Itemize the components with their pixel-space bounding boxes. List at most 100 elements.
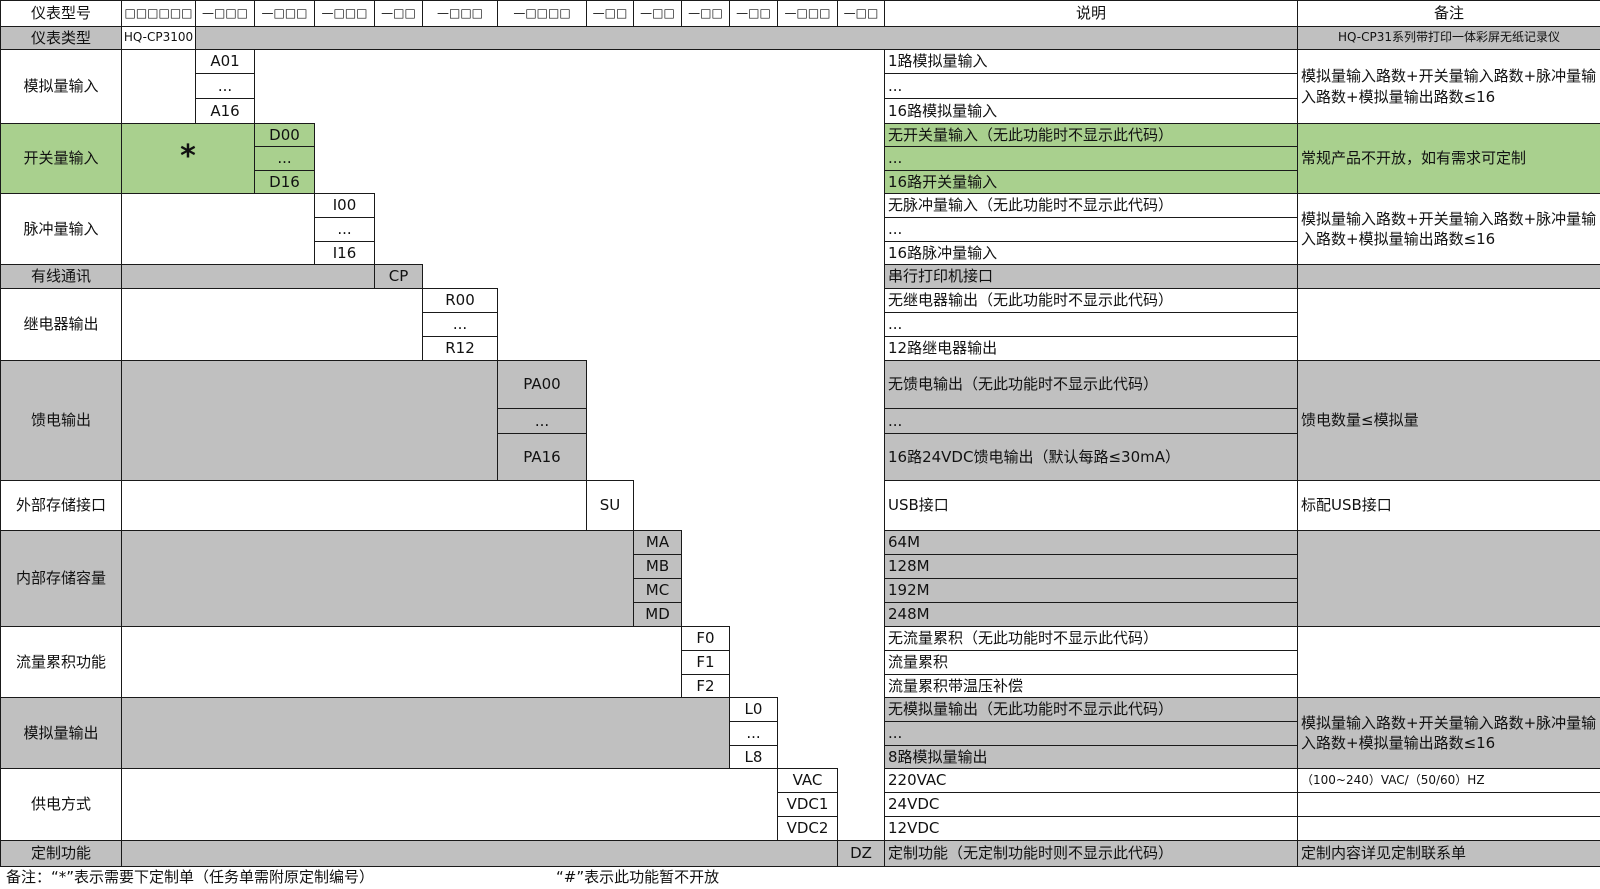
power-code: VDC1 <box>777 792 838 817</box>
row-analog-out-label: 模拟量输出 <box>0 697 122 769</box>
relay-note <box>1297 288 1600 361</box>
analog-in-note: 模拟量输入路数+开关量输入路数+脉冲量输入路数+模拟量输出路数≤16 <box>1297 49 1600 124</box>
header-desc: 说明 <box>884 0 1298 27</box>
analog-out-code: L0 <box>729 697 778 722</box>
relay-code: R00 <box>422 288 498 313</box>
relay-desc: 12路继电器输出 <box>884 336 1298 361</box>
type-note: HQ-CP31系列带打印一体彩屏无纸记录仪 <box>1297 26 1600 50</box>
pulse-in-desc: 16路脉冲量输入 <box>884 241 1298 265</box>
feed-desc: 16路24VDC馈电输出（默认每路≤30mA） <box>884 433 1298 481</box>
switch-in-star: * <box>121 123 255 194</box>
power-note: （100~240）VAC/（50/60）HZ <box>1297 768 1600 793</box>
model-selection-table: 仪表型号 □□□□□□ —□□□ —□□□ —□□□ —□□ —□□□ —□□□□ —□□ —□□… <box>0 0 1600 889</box>
flow-desc: 流量累积带温压补偿 <box>884 674 1298 698</box>
custom-code: DZ <box>837 840 885 867</box>
row-switch-in-label: 开关量输入 <box>0 123 122 194</box>
custom-desc: 定制功能（无定制功能时则不显示此代码） <box>884 840 1298 867</box>
relay-desc: 无继电器输出（无此功能时不显示此代码） <box>884 288 1298 313</box>
relay-code: ... <box>422 312 498 337</box>
header-code-7: —□□ <box>586 0 634 27</box>
analog-in-desc: 1路模拟量输入 <box>884 49 1298 74</box>
header-model-label: 仪表型号 <box>0 0 122 27</box>
switch-in-code: ... <box>254 146 315 171</box>
pulse-in-desc: ... <box>884 217 1298 242</box>
wired-desc: 串行打印机接口 <box>884 264 1298 289</box>
row-flow-label: 流量累积功能 <box>0 626 122 698</box>
int-storage-note <box>1297 530 1600 627</box>
flow-spacer <box>121 626 682 698</box>
wired-code: CP <box>374 264 423 289</box>
type-model-code: HQ-CP3100 <box>121 26 196 50</box>
header-code-12: —□□ <box>837 0 885 27</box>
switch-in-desc: ... <box>884 146 1298 171</box>
int-storage-desc: 64M <box>884 530 1298 555</box>
feed-spacer <box>121 360 498 481</box>
analog-out-desc: 无模拟量输出（无此功能时不显示此代码） <box>884 697 1298 722</box>
analog-in-spacer <box>121 49 196 124</box>
ext-storage-spacer <box>121 480 587 531</box>
pulse-in-note: 模拟量输入路数+开关量输入路数+脉冲量输入路数+模拟量输出路数≤16 <box>1297 193 1600 265</box>
wired-note <box>1297 264 1600 289</box>
switch-in-code: D00 <box>254 123 315 147</box>
header-code-6: —□□□□ <box>497 0 587 27</box>
row-analog-in-label: 模拟量输入 <box>0 49 122 124</box>
flow-desc: 流量累积 <box>884 650 1298 675</box>
row-feed-label: 馈电输出 <box>0 360 122 481</box>
footnote-not-available: “#”表示此功能暂不开放 <box>556 868 720 886</box>
analog-out-code: L8 <box>729 745 778 769</box>
header-code-10: —□□ <box>729 0 778 27</box>
row-wired-label: 有线通讯 <box>0 264 122 289</box>
relay-spacer <box>121 288 423 361</box>
analog-in-code: A16 <box>195 98 255 124</box>
switch-in-desc: 16路开关量输入 <box>884 170 1298 194</box>
int-storage-desc: 248M <box>884 602 1298 627</box>
ext-storage-code: SU <box>586 480 634 531</box>
power-desc: 12VDC <box>884 816 1298 841</box>
pulse-in-desc: 无脉冲量输入（无此功能时不显示此代码） <box>884 193 1298 218</box>
pulse-in-spacer <box>121 193 315 265</box>
switch-in-code: D16 <box>254 170 315 194</box>
flow-code: F1 <box>681 650 730 675</box>
power-note-empty <box>1297 792 1600 817</box>
row-int-storage-label: 内部存储容量 <box>0 530 122 627</box>
feed-code: PA16 <box>497 433 587 481</box>
header-code-1: —□□□ <box>195 0 255 27</box>
header-code-2: —□□□ <box>254 0 315 27</box>
int-storage-code: MB <box>633 554 682 579</box>
relay-desc: ... <box>884 312 1298 337</box>
pulse-in-code: ... <box>314 217 375 242</box>
row-pulse-in-label: 脉冲量输入 <box>0 193 122 265</box>
int-storage-desc: 128M <box>884 554 1298 579</box>
power-spacer <box>121 768 778 841</box>
header-code-11: —□□□ <box>777 0 838 27</box>
feed-note: 馈电数量≤模拟量 <box>1297 360 1600 481</box>
feed-code: PA00 <box>497 360 587 409</box>
switch-in-desc: 无开关量输入（无此功能时不显示此代码） <box>884 123 1298 147</box>
custom-note: 定制内容详见定制联系单 <box>1297 840 1600 867</box>
flow-code: F0 <box>681 626 730 651</box>
analog-in-desc: ... <box>884 73 1298 99</box>
int-storage-spacer <box>121 530 634 627</box>
flow-desc: 无流量累积（无此功能时不显示此代码） <box>884 626 1298 651</box>
feed-code: ... <box>497 408 587 434</box>
int-storage-code: MD <box>633 602 682 627</box>
footnote-custom-order: 备注：“*”表示需要下定制单（任务单需附原定制编号） <box>6 868 375 886</box>
power-desc: 24VDC <box>884 792 1298 817</box>
feed-desc: ... <box>884 408 1298 434</box>
power-code: VAC <box>777 768 838 793</box>
int-storage-desc: 192M <box>884 578 1298 603</box>
wired-spacer <box>121 264 375 289</box>
analog-out-spacer <box>121 697 730 769</box>
ext-storage-desc: USB接口 <box>884 480 1298 531</box>
analog-out-desc: 8路模拟量输出 <box>884 745 1298 769</box>
header-code-9: —□□ <box>681 0 730 27</box>
type-filler <box>195 26 1298 50</box>
flow-code: F2 <box>681 674 730 698</box>
flow-note <box>1297 626 1600 698</box>
int-storage-code: MA <box>633 530 682 555</box>
analog-out-note: 模拟量输入路数+开关量输入路数+脉冲量输入路数+模拟量输出路数≤16 <box>1297 697 1600 769</box>
power-code: VDC2 <box>777 816 838 841</box>
feed-desc: 无馈电输出（无此功能时不显示此代码） <box>884 360 1298 409</box>
header-code-5: —□□□ <box>422 0 498 27</box>
int-storage-code: MC <box>633 578 682 603</box>
